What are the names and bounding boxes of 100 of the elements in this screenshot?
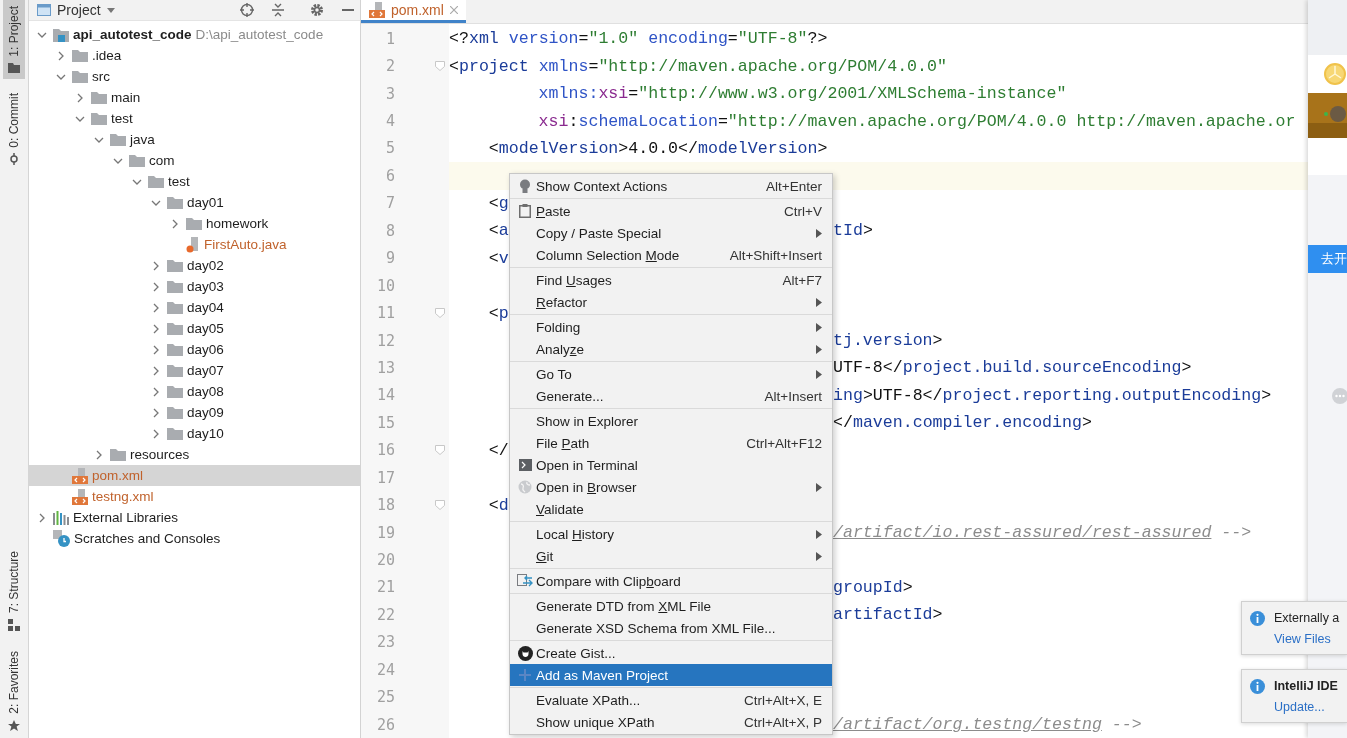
tree-row[interactable]: day08 (29, 381, 360, 402)
tree-row[interactable]: com (29, 150, 360, 171)
crosshair-icon[interactable] (240, 3, 254, 17)
menu-item[interactable]: Generate XSD Schema from XML File... (510, 617, 832, 639)
menu-item[interactable]: Local History (510, 523, 832, 545)
line-number: 16 (375, 441, 395, 460)
menu-item[interactable]: Refactor (510, 291, 832, 313)
code-text: ing>UTF-8</project.reporting.outputEncoding> (833, 385, 1272, 405)
chevron-right-icon[interactable] (75, 92, 85, 103)
tree-row[interactable]: Scratches and Consoles (29, 528, 360, 549)
menu-item[interactable]: Show Context Actions Alt+Enter (510, 175, 832, 197)
tree-row[interactable]: day06 (29, 339, 360, 360)
globe-icon (518, 480, 532, 494)
code-text: <v (487, 248, 509, 268)
tree-row[interactable]: test (29, 108, 360, 129)
menu-item[interactable]: Find Usages Alt+F7 (510, 269, 832, 291)
menu-item[interactable]: Create Gist... (510, 642, 832, 664)
chevron-right-icon[interactable] (170, 218, 180, 229)
scratches-icon (53, 530, 70, 547)
menu-item[interactable]: Folding (510, 316, 832, 338)
tree-row[interactable]: day10 (29, 423, 360, 444)
tree-row[interactable]: FirstAuto.java (29, 234, 360, 255)
chevron-right-icon[interactable] (37, 512, 47, 523)
tree-label: External Libraries (73, 510, 179, 525)
code-text: tId> (833, 221, 873, 241)
tree-row[interactable]: resources (29, 444, 360, 465)
menu-item[interactable]: Validate (510, 498, 832, 520)
tree-row[interactable]: src (29, 66, 360, 87)
chevron-right-icon[interactable] (151, 386, 161, 397)
chevron-right-icon[interactable] (151, 302, 161, 313)
tree-row[interactable]: test (29, 171, 360, 192)
chevron-right-icon[interactable] (94, 449, 104, 460)
menu-item[interactable]: Analyze (510, 338, 832, 360)
chevron-right-icon[interactable] (151, 407, 161, 418)
editor-tab[interactable]: pom.xml (361, 0, 466, 23)
chevron-right-icon[interactable] (151, 365, 161, 376)
lightbulb-icon (519, 178, 531, 194)
menu-item[interactable]: Copy / Paste Special (510, 222, 832, 244)
menu-item[interactable]: Paste Ctrl+V (510, 200, 832, 222)
tree-row[interactable]: api_autotest_code D:\api_autotest_code (29, 24, 360, 45)
notification-title: Externally a (1274, 611, 1341, 626)
tree-row[interactable]: External Libraries (29, 507, 360, 528)
code-text: UTF-8</project.build.sourceEncoding> (833, 358, 1192, 378)
menu-item[interactable]: Evaluate XPath... Ctrl+Alt+X, E (510, 689, 832, 711)
tool-window-tab[interactable]: 0: Commit (3, 86, 25, 172)
menu-item[interactable]: Compare with Clipboard (510, 570, 832, 592)
folder-icon (8, 62, 20, 73)
notification-link[interactable]: Update... (1274, 700, 1347, 714)
menu-item[interactable]: Show in Explorer (510, 410, 832, 432)
tree-label: testng.xml (92, 489, 154, 504)
folder-icon (129, 154, 145, 167)
shortcut-label: Alt+Shift+Insert (729, 247, 822, 263)
chevron-right-icon[interactable] (151, 344, 161, 355)
tree-row[interactable]: java (29, 129, 360, 150)
code-text: /artifact/io.rest-assured/rest-assured --> (833, 523, 1252, 543)
tree-row[interactable]: day07 (29, 360, 360, 381)
menu-item[interactable]: Show unique XPath Ctrl+Alt+X, P (510, 711, 832, 733)
chevron-right-icon[interactable] (151, 323, 161, 334)
tree-row[interactable]: .idea (29, 45, 360, 66)
tree-row[interactable]: day01 (29, 192, 360, 213)
xml-file-icon (72, 488, 88, 505)
tree-row[interactable]: homework (29, 213, 360, 234)
folder-icon (167, 364, 183, 377)
chevron-right-icon[interactable] (151, 281, 161, 292)
menu-item[interactable]: Column Selection Mode Alt+Shift+Insert (510, 244, 832, 266)
notification-link[interactable]: View Files (1274, 632, 1347, 646)
menu-item[interactable]: Go To (510, 363, 832, 385)
menu-item[interactable]: File Path Ctrl+Alt+F12 (510, 432, 832, 454)
tree-row[interactable]: day05 (29, 318, 360, 339)
tree-row[interactable]: day09 (29, 402, 360, 423)
folder-icon (167, 301, 183, 314)
tree-row[interactable]: day03 (29, 276, 360, 297)
menu-item[interactable]: Open in Browser (510, 476, 832, 498)
tree-row[interactable]: day04 (29, 297, 360, 318)
menu-item[interactable]: Generate... Alt+Insert (510, 385, 832, 407)
menu-item[interactable]: Open in Terminal (510, 454, 832, 476)
chevron-right-icon[interactable] (151, 260, 161, 271)
menu-item[interactable]: Generate DTD from XML File (510, 595, 832, 617)
close-icon[interactable] (449, 6, 458, 14)
chevron-right-icon[interactable] (56, 50, 66, 61)
shortcut-label: Ctrl+V (784, 203, 822, 219)
tree-row[interactable]: main (29, 87, 360, 108)
line-number: 13 (375, 358, 395, 377)
tool-window-tab[interactable]: 2: Favorites (3, 645, 25, 738)
collapse-icon[interactable] (272, 3, 284, 17)
tree-row[interactable]: day02 (29, 255, 360, 276)
tool-window-tab[interactable]: 1: Project (3, 0, 25, 79)
info-icon (1250, 679, 1265, 694)
folder-icon (167, 343, 183, 356)
tool-window-tab[interactable]: 7: Structure (3, 545, 25, 638)
view-dropdown[interactable]: Project (57, 2, 115, 18)
menu-item[interactable]: Add as Maven Project (510, 664, 832, 686)
tree-row[interactable]: testng.xml (29, 486, 360, 507)
shortcut-label: Alt+F7 (782, 272, 822, 288)
menu-item[interactable]: Git (510, 545, 832, 567)
settings-icon[interactable] (310, 3, 324, 17)
code-text: <?xml version="1.0" encoding="UTF-8"?> (449, 29, 828, 49)
shortcut-label: Alt+Enter (766, 178, 822, 194)
folder-icon (72, 70, 88, 83)
chevron-right-icon[interactable] (151, 428, 161, 439)
